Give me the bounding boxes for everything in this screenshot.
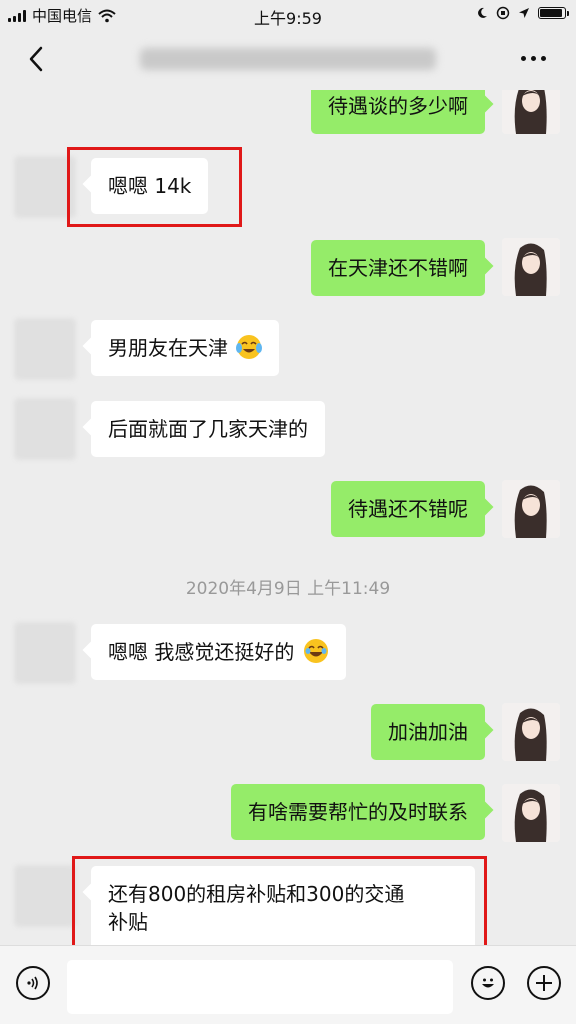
chevron-left-icon[interactable] [22, 44, 52, 74]
message-text: 在天津还不错啊 [328, 256, 468, 280]
message-input[interactable] [67, 960, 453, 1014]
sent-message-bubble[interactable]: 待遇谈的多少啊 [311, 90, 485, 134]
message-text: 后面就面了几家天津的 [108, 417, 308, 441]
received-message-bubble[interactable]: 男朋友在天津 [91, 320, 280, 376]
moon-icon [478, 7, 487, 18]
chat-title-blurred [140, 48, 436, 70]
my-avatar[interactable] [502, 784, 560, 842]
avatar-illustration [502, 784, 560, 842]
more-dots-icon[interactable] [521, 56, 546, 61]
plus-icon[interactable] [527, 966, 561, 1000]
sent-message-bubble[interactable]: 加油加油 [371, 704, 485, 760]
chat-area[interactable]: 待遇谈的多少啊 嗯嗯 14k 在天津还不错啊 男朋友在天津 后面就面了几家天津的… [0, 90, 576, 945]
avatar-illustration [502, 480, 560, 538]
received-message-bubble[interactable]: 嗯嗯 我感觉还挺好的 [91, 624, 346, 680]
contact-avatar[interactable] [14, 622, 76, 684]
my-avatar[interactable] [502, 703, 560, 761]
contact-avatar[interactable] [14, 318, 76, 380]
highlight-box [72, 856, 487, 945]
highlight-box [67, 147, 242, 227]
location-icon [519, 8, 529, 18]
plus-glyph [536, 975, 552, 991]
avatar-illustration [502, 703, 560, 761]
avatar-illustration [502, 90, 560, 134]
voice-icon[interactable] [16, 966, 50, 1000]
status-bar: 中国电信 上午9:59 [0, 0, 576, 30]
message-text: 男朋友在天津 [108, 336, 228, 360]
my-avatar[interactable] [502, 90, 560, 134]
my-avatar[interactable] [502, 480, 560, 538]
message-text: 加油加油 [388, 720, 468, 744]
message-text: 待遇还不错呢 [348, 497, 468, 521]
contact-avatar[interactable] [14, 865, 76, 927]
emoji-icon[interactable] [471, 966, 505, 1000]
tears-of-joy-emoji-icon [303, 639, 328, 663]
battery-icon [538, 7, 569, 19]
sent-message-bubble[interactable]: 在天津还不错啊 [311, 240, 485, 296]
smiley-glyph [482, 978, 494, 988]
orientation-lock-icon [496, 6, 510, 20]
message-text: 有啥需要帮忙的及时联系 [248, 800, 468, 824]
sent-message-bubble[interactable]: 有啥需要帮忙的及时联系 [231, 784, 485, 840]
nav-bar [0, 30, 576, 90]
message-text: 待遇谈的多少啊 [328, 94, 468, 118]
sent-message-bubble[interactable]: 待遇还不错呢 [331, 481, 485, 537]
voice-wave-glyph [27, 976, 38, 990]
message-text: 嗯嗯 我感觉还挺好的 [108, 640, 295, 664]
status-right [476, 6, 569, 20]
crying-laughing-emoji-icon [236, 335, 263, 359]
avatar-illustration [502, 238, 560, 296]
message-timestamp: 2020年4月9日 上午11:49 [185, 579, 391, 599]
my-avatar[interactable] [502, 238, 560, 296]
contact-avatar[interactable] [14, 398, 76, 460]
received-message-bubble[interactable]: 后面就面了几家天津的 [91, 401, 325, 457]
input-bar [0, 945, 576, 1024]
